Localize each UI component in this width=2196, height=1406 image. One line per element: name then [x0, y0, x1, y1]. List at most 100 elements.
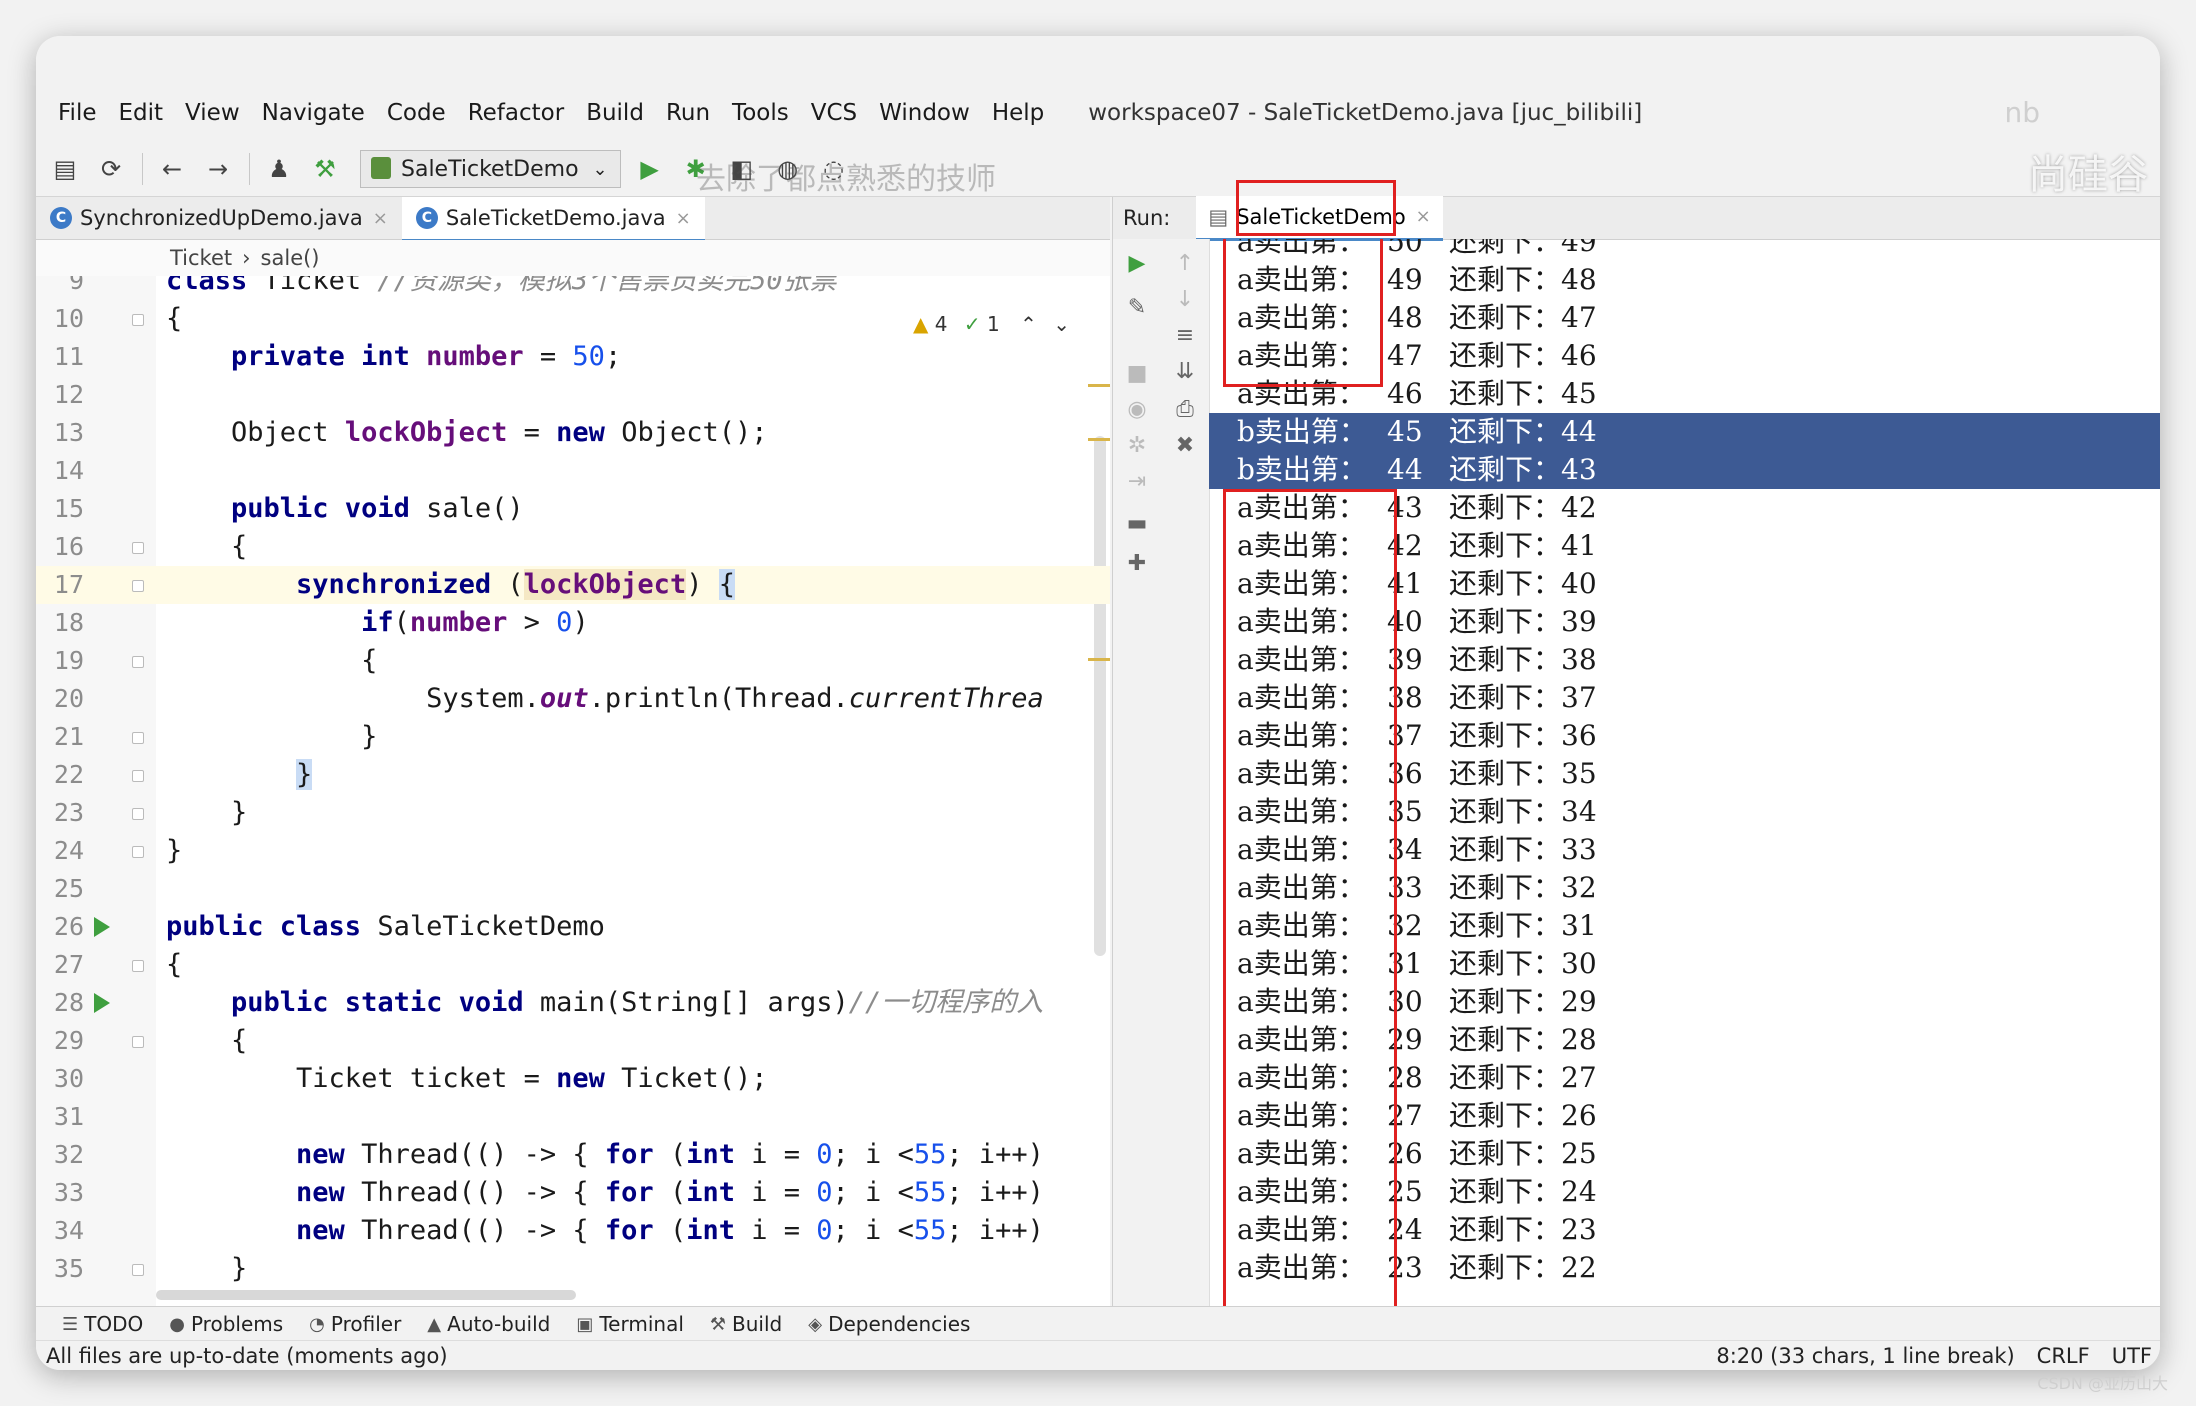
code-token: ; i++)	[946, 1177, 1044, 1208]
run-actions-bar: ▶ ✎ ■ ◉ ✲ ⇥ ▬ ✚	[1113, 239, 1162, 1306]
tool-build[interactable]: ⚒ Build	[710, 1312, 782, 1336]
code-token: }	[296, 759, 313, 790]
line-number: 30	[53, 1064, 84, 1093]
fold-marker-icon[interactable]	[132, 314, 144, 326]
code-line: 16 {	[36, 528, 1110, 566]
menu-tools[interactable]: Tools	[732, 100, 789, 126]
code-text: {	[166, 300, 182, 338]
console-output[interactable]: a卖出第： 50 还剩下：49 a卖出第： 49 还剩下：48 a卖出第： 48 还剩下：47 a…	[1209, 239, 2160, 1306]
menu-vcs[interactable]: VCS	[811, 100, 857, 126]
build-icon: ⚒	[709, 1313, 727, 1335]
tool-dependencies[interactable]: ◈ Dependencies	[808, 1312, 970, 1336]
fold-marker-icon[interactable]	[132, 656, 144, 668]
status-bar: All files are up-to-date (moments ago) 8…	[36, 1340, 2160, 1370]
annotation-box	[1223, 239, 1383, 387]
file-encoding[interactable]: UTF	[2112, 1344, 2152, 1368]
brand-watermark: 尚硅谷	[2028, 152, 2148, 198]
rerun-icon[interactable]: ▶	[1123, 249, 1151, 277]
run-gutter-icon[interactable]	[94, 993, 110, 1013]
code-token: ;	[604, 341, 622, 372]
close-icon[interactable]: ×	[373, 208, 388, 229]
code-token: lockObject	[523, 569, 687, 600]
back-icon[interactable]: ←	[155, 152, 189, 186]
close-icon[interactable]: ×	[1416, 206, 1431, 227]
console-line[interactable]: b卖出第： 45 还剩下：44	[1209, 413, 2160, 451]
fold-marker-icon[interactable]	[132, 1036, 144, 1048]
trash-icon[interactable]: ✖	[1171, 431, 1199, 459]
menu-edit[interactable]: Edit	[119, 100, 164, 126]
run-icon[interactable]: ▶	[633, 152, 667, 186]
fold-marker-icon[interactable]	[132, 580, 144, 592]
code-token: new	[556, 1063, 622, 1094]
fold-marker-icon[interactable]	[132, 846, 144, 858]
menu-build[interactable]: Build	[586, 100, 644, 126]
tool-problems[interactable]: ● Problems	[169, 1312, 283, 1336]
forward-icon[interactable]: →	[201, 152, 235, 186]
camera-icon[interactable]: ◉	[1123, 395, 1151, 423]
fold-marker-icon[interactable]	[132, 542, 144, 554]
code-token: public static void	[166, 987, 540, 1018]
menu-file[interactable]: File	[58, 100, 97, 126]
console-remain: 还剩下：44	[1449, 415, 1597, 448]
close-icon[interactable]: ×	[676, 208, 691, 229]
tool-terminal[interactable]: ▣ Terminal	[576, 1312, 684, 1336]
tool-profiler[interactable]: ◔ Profiler	[309, 1312, 401, 1336]
code-token: new	[166, 1139, 362, 1170]
hammer-icon[interactable]: ⚒	[308, 152, 342, 186]
user-icon[interactable]: ♟	[262, 152, 296, 186]
wrench-icon[interactable]: ✎	[1123, 293, 1151, 321]
title-strip	[36, 36, 2160, 84]
stop-icon[interactable]: ■	[1123, 359, 1151, 387]
fold-marker-icon[interactable]	[132, 808, 144, 820]
fold-marker-icon[interactable]	[132, 770, 144, 782]
sync-icon[interactable]: ⟳	[94, 152, 128, 186]
menu-run[interactable]: Run	[666, 100, 710, 126]
tool-label: Auto-build	[447, 1312, 551, 1336]
tool-todo[interactable]: ☰ TODO	[62, 1312, 143, 1336]
run-config-select[interactable]: SaleTicketDemo ⌄	[360, 150, 621, 188]
fold-marker-icon[interactable]	[132, 732, 144, 744]
caret-position[interactable]: 8:20 (33 chars, 1 line break)	[1716, 1344, 2014, 1368]
soft-wrap-icon[interactable]: ≡	[1171, 321, 1199, 349]
pin-icon[interactable]: ✚	[1123, 549, 1151, 577]
print-icon[interactable]: ⎙	[1171, 395, 1199, 423]
arrow-up-icon[interactable]: ↑	[1171, 249, 1199, 277]
console-line[interactable]: b卖出第： 44 还剩下：43	[1209, 451, 2160, 489]
tab-sale-ticket-demo[interactable]: C SaleTicketDemo.java ×	[401, 197, 705, 242]
restore-icon[interactable]: ⇥	[1123, 467, 1151, 495]
code-token: }	[166, 797, 248, 828]
breadcrumb-class[interactable]: Ticket	[170, 246, 232, 270]
code-token: {	[166, 303, 183, 334]
code-token: public void	[166, 493, 427, 524]
scroll-to-end-icon[interactable]: ⇊	[1171, 357, 1199, 385]
line-number: 11	[53, 342, 84, 371]
debug-gear-icon[interactable]: ✲	[1123, 431, 1151, 459]
menu-window[interactable]: Window	[879, 100, 970, 126]
line-separator[interactable]: CRLF	[2037, 1344, 2090, 1368]
console-sold: 49	[1387, 263, 1423, 296]
run-gutter-icon[interactable]	[94, 917, 110, 937]
menu-code[interactable]: Code	[387, 100, 446, 126]
run-tool-window: Run: ▤ SaleTicketDemo × ▶ ✎ ■ ◉ ✲ ⇥ ▬ ✚ …	[1112, 195, 2160, 1306]
console-sold: 46	[1387, 377, 1423, 410]
code-token: public class	[166, 911, 378, 942]
menu-view[interactable]: View	[185, 100, 240, 126]
menu-navigate[interactable]: Navigate	[262, 100, 365, 126]
menu-help[interactable]: Help	[992, 100, 1044, 126]
arrow-down-icon[interactable]: ↓	[1171, 285, 1199, 313]
code-token: main(String[] args)	[539, 987, 849, 1018]
tab-synchronized-up-demo[interactable]: C SynchronizedUpDemo.java ×	[36, 197, 402, 239]
fold-marker-icon[interactable]	[132, 1264, 144, 1276]
breadcrumb-method[interactable]: sale()	[261, 246, 320, 270]
line-number: 10	[53, 304, 84, 333]
tool-auto-build[interactable]: ▲ Auto-build	[427, 1312, 550, 1336]
code-text: public class SaleTicketDemo	[166, 908, 605, 946]
save-icon[interactable]: ▤	[48, 152, 82, 186]
menu-refactor[interactable]: Refactor	[468, 100, 564, 126]
fold-marker-icon[interactable]	[132, 960, 144, 972]
code-token: System.	[166, 683, 540, 714]
layout-icon[interactable]: ▬	[1123, 509, 1151, 537]
code-token: SaleTicketDemo	[377, 911, 605, 942]
horizontal-scrollbar[interactable]	[156, 1290, 576, 1300]
code-editor[interactable]: ▲ 4 ✓ 1 ⌃ ⌄ 9 class Ticket //资源类，模拟3个售票员卖…	[36, 276, 1110, 1306]
